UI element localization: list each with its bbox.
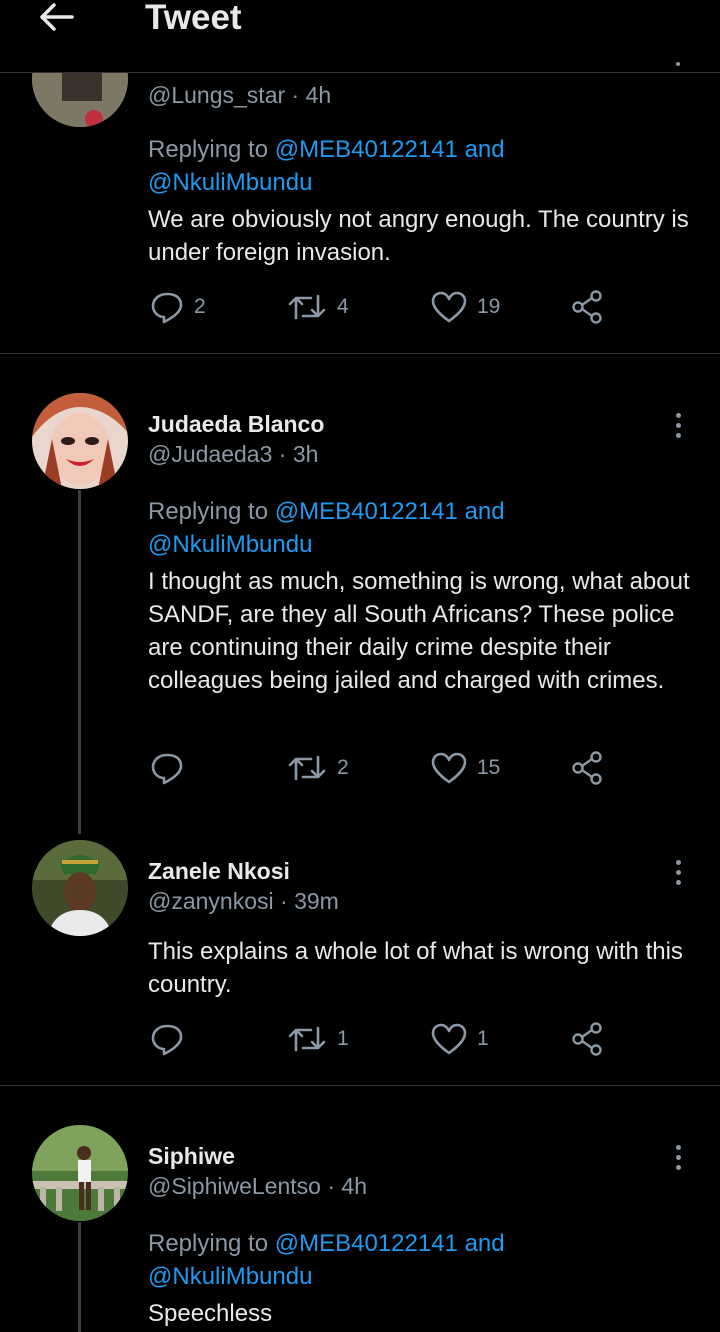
avatar[interactable] [32,393,128,489]
mention-link[interactable]: @MEB40122141 [275,136,458,163]
retweet-button[interactable]: 1 [287,1019,349,1059]
user-name[interactable]: Zanele Nkosi [148,856,290,886]
user-name[interactable]: Judaeda Blanco [148,409,324,439]
like-icon [431,752,467,784]
avatar[interactable] [32,840,128,936]
mention-link[interactable]: @NkuliMbundu [148,169,312,196]
mention-link[interactable]: @MEB40122141 [275,1230,458,1257]
reply-button[interactable] [150,1019,194,1059]
replying-to: Replying to @MEB40122141 and @NkuliMbund… [148,1230,505,1290]
reply-icon [151,292,183,324]
share-button[interactable] [571,287,605,327]
reply-button[interactable]: 2 [150,287,206,327]
tweet-actions: 1 1 [150,1019,620,1059]
thread-line [78,1222,81,1332]
reply-icon [151,753,183,785]
tweet-actions: 2 15 [150,748,620,788]
tweet-text: We are obviously not angry enough. The c… [148,206,689,266]
mention-link[interactable]: @NkuliMbundu [148,531,312,558]
user-handle: @Lungs_star · 4h [148,82,332,108]
divider [0,353,720,354]
user-handle: @zanynkosi · 39m [148,888,339,914]
mention-link[interactable]: @NkuliMbundu [148,1263,312,1290]
retweet-icon [288,755,326,781]
like-button[interactable]: 15 [431,748,500,788]
more-icon[interactable] [676,860,684,888]
tweet-text: Speechless [148,1300,273,1327]
back-button[interactable] [36,0,76,36]
retweet-icon [288,294,326,320]
user-handle: @Judaeda3 · 3h [148,441,319,467]
share-button[interactable] [571,748,605,788]
tweet-actions: 2 4 19 [150,287,620,327]
more-icon[interactable] [676,1145,684,1173]
more-icon[interactable] [676,413,684,441]
retweet-button[interactable]: 4 [287,287,349,327]
top-bar: Tweet [0,0,720,73]
divider [0,1085,720,1086]
like-button[interactable]: 1 [431,1019,489,1059]
like-icon [431,291,467,323]
mention-link[interactable]: @MEB40122141 [275,498,458,525]
user-name[interactable]: Siphiwe [148,1141,235,1171]
replying-to: Replying to @MEB40122141 and @NkuliMbund… [148,136,505,196]
avatar[interactable] [32,1125,128,1221]
reply-button[interactable] [150,748,194,788]
retweet-button[interactable]: 2 [287,748,349,788]
like-button[interactable]: 19 [431,287,500,327]
thread-line [78,490,81,834]
more-icon[interactable] [676,62,682,72]
share-icon [572,751,602,785]
tweet-text: This explains a whole lot of what is wro… [148,938,683,998]
retweet-icon [288,1026,326,1052]
back-arrow-icon [40,3,74,31]
share-button[interactable] [571,1019,605,1059]
replying-to: Replying to @MEB40122141 and @NkuliMbund… [148,498,505,558]
share-icon [572,1022,602,1056]
user-handle: @SiphiweLentso · 4h [148,1173,367,1199]
reply-icon [151,1024,183,1056]
tweet-text: I thought as much, something is wrong, w… [148,568,690,694]
like-icon [431,1023,467,1055]
page-title: Tweet [145,0,242,37]
share-icon [572,290,602,324]
